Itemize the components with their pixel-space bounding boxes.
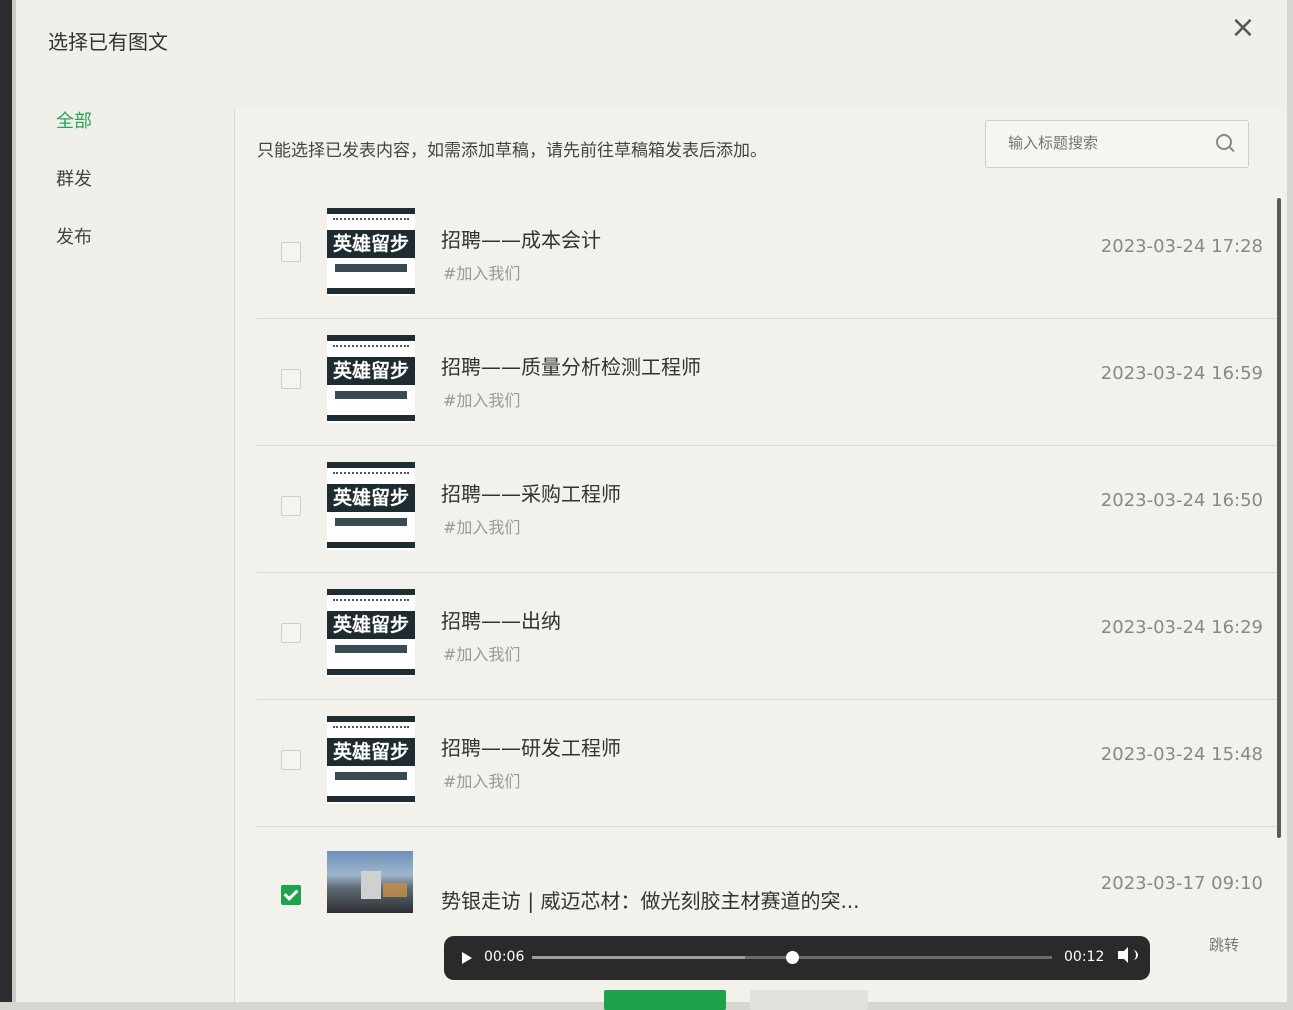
search-input[interactable] bbox=[1006, 133, 1200, 153]
article-title: 招聘——成本会计 bbox=[441, 228, 601, 252]
video-seek-bar[interactable] bbox=[532, 951, 1052, 964]
article-date: 2023-03-24 16:59 bbox=[1100, 363, 1263, 384]
article-title: 势银走访 | 威迈芯材：做光刻胶主材赛道的突... bbox=[441, 889, 860, 913]
article-thumbnail: 英雄留步 bbox=[327, 462, 415, 550]
article-date: 2023-03-24 17:28 bbox=[1100, 236, 1263, 257]
thumbnail-text: 英雄留步 bbox=[332, 233, 409, 255]
article-date: 2023-03-24 16:50 bbox=[1100, 490, 1263, 511]
video-current-time: 00:06 bbox=[484, 949, 525, 965]
article-row[interactable]: 英雄留步 招聘——研发工程师 #加入我们 2023-03-24 15:48 bbox=[257, 700, 1277, 827]
window-frame bbox=[0, 0, 12, 1002]
list-scrollbar[interactable] bbox=[1277, 198, 1281, 838]
article-checkbox[interactable] bbox=[281, 623, 301, 643]
page-jump-button[interactable]: 跳转 bbox=[1209, 934, 1239, 955]
thumbnail-text: 英雄留步 bbox=[332, 487, 409, 509]
article-date: 2023-03-24 16:29 bbox=[1100, 617, 1263, 638]
article-title: 招聘——研发工程师 bbox=[441, 736, 621, 760]
notice-text: 只能选择已发表内容，如需添加草稿，请先前往草稿箱发表后添加。 bbox=[257, 141, 767, 161]
close-icon[interactable]: × bbox=[1229, 13, 1257, 43]
search-box bbox=[985, 120, 1249, 168]
dialog-title: 选择已有图文 bbox=[48, 30, 168, 54]
article-date: 2023-03-17 09:10 bbox=[1100, 873, 1263, 894]
article-tag: #加入我们 bbox=[443, 391, 521, 410]
article-checkbox[interactable] bbox=[281, 496, 301, 516]
article-title: 招聘——采购工程师 bbox=[441, 482, 621, 506]
sidebar: 全部 群发 发布 bbox=[16, 100, 236, 274]
article-row[interactable]: 英雄留步 招聘——质量分析检测工程师 #加入我们 2023-03-24 16:5… bbox=[257, 319, 1277, 446]
thumbnail-text: 英雄留步 bbox=[332, 741, 409, 763]
article-tag: #加入我们 bbox=[443, 264, 521, 283]
article-panel: 只能选择已发表内容，如需添加草稿，请先前往草稿箱发表后添加。 英雄留步 招聘——… bbox=[234, 108, 1285, 1002]
article-thumbnail: 英雄留步 bbox=[327, 208, 415, 296]
article-checkbox[interactable] bbox=[281, 750, 301, 770]
article-checkbox[interactable] bbox=[281, 369, 301, 389]
article-row[interactable]: 英雄留步 招聘——成本会计 #加入我们 2023-03-24 17:28 bbox=[257, 192, 1277, 319]
article-tag: #加入我们 bbox=[443, 645, 521, 664]
video-buffer-bar bbox=[532, 956, 746, 959]
article-date: 2023-03-24 15:48 bbox=[1100, 744, 1263, 765]
volume-wave-icon bbox=[1130, 950, 1138, 960]
article-title: 招聘——出纳 bbox=[441, 609, 561, 633]
confirm-button[interactable] bbox=[604, 990, 726, 1010]
volume-icon[interactable] bbox=[1118, 947, 1128, 963]
article-thumbnail: 英雄留步 bbox=[327, 716, 415, 804]
sidebar-item-all[interactable]: 全部 bbox=[56, 100, 236, 158]
article-checkbox[interactable] bbox=[281, 242, 301, 262]
thumbnail-text: 英雄留步 bbox=[332, 614, 409, 636]
article-title: 招聘——质量分析检测工程师 bbox=[441, 355, 701, 379]
article-tag: #加入我们 bbox=[443, 518, 521, 537]
article-thumbnail: 英雄留步 bbox=[327, 335, 415, 423]
video-player-controls: 00:06 00:12 bbox=[444, 936, 1150, 980]
article-row[interactable]: 英雄留步 招聘——出纳 #加入我们 2023-03-24 16:29 bbox=[257, 573, 1277, 700]
article-thumbnail: 英雄留步 bbox=[327, 589, 415, 677]
video-seek-knob[interactable] bbox=[786, 951, 799, 964]
article-tag: #加入我们 bbox=[443, 772, 521, 791]
play-icon[interactable] bbox=[462, 952, 472, 964]
video-duration: 00:12 bbox=[1064, 949, 1105, 965]
search-icon[interactable] bbox=[1216, 134, 1232, 150]
article-checkbox-checked[interactable] bbox=[281, 885, 301, 905]
cancel-button[interactable] bbox=[750, 990, 868, 1010]
article-list: 英雄留步 招聘——成本会计 #加入我们 2023-03-24 17:28 英雄留… bbox=[257, 192, 1277, 953]
article-thumbnail-photo bbox=[327, 851, 413, 913]
select-article-dialog: 选择已有图文 × 全部 群发 发布 只能选择已发表内容，如需添加草稿，请先前往草… bbox=[16, 0, 1287, 1002]
sidebar-item-publish[interactable]: 发布 bbox=[56, 216, 236, 274]
article-row[interactable]: 英雄留步 招聘——采购工程师 #加入我们 2023-03-24 16:50 bbox=[257, 446, 1277, 573]
thumbnail-text: 英雄留步 bbox=[332, 360, 409, 382]
sidebar-item-mass-send[interactable]: 群发 bbox=[56, 158, 236, 216]
